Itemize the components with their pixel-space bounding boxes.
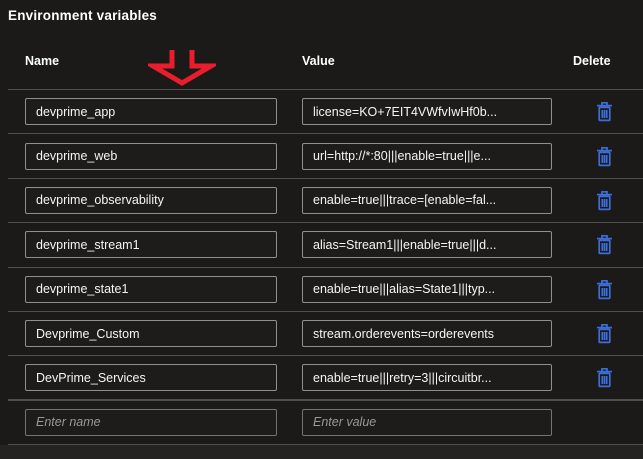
delete-button[interactable] <box>595 146 613 167</box>
name-input[interactable] <box>25 98 277 126</box>
value-input[interactable] <box>302 231 552 259</box>
value-input[interactable] <box>302 275 552 303</box>
column-header-delete: Delete <box>573 53 611 68</box>
table-row <box>8 177 643 222</box>
page-title: Environment variables <box>8 8 158 23</box>
trash-icon <box>596 102 612 122</box>
trash-icon <box>596 235 612 255</box>
name-input[interactable] <box>25 186 277 214</box>
value-input[interactable] <box>302 364 552 392</box>
value-input[interactable] <box>302 186 552 214</box>
table-rows <box>8 89 643 400</box>
trash-icon <box>596 324 612 344</box>
delete-button[interactable] <box>595 279 613 300</box>
delete-button[interactable] <box>595 101 613 122</box>
table-header-row: Name Value Delete <box>8 32 643 89</box>
value-input[interactable] <box>302 142 552 170</box>
name-input[interactable] <box>25 364 277 392</box>
delete-button[interactable] <box>595 323 613 344</box>
environment-variables-panel: Environment variables Name Value Delete <box>0 0 643 459</box>
column-header-value: Value <box>302 53 335 68</box>
value-input[interactable] <box>302 98 552 126</box>
new-name-input[interactable] <box>25 408 277 436</box>
value-input[interactable] <box>302 320 552 348</box>
table-row <box>8 89 643 133</box>
table-row <box>8 133 643 177</box>
table-row <box>8 310 643 355</box>
trash-icon <box>596 279 612 300</box>
footer-band <box>0 445 643 459</box>
new-value-input[interactable] <box>302 408 552 436</box>
env-vars-table: Name Value Delete <box>8 32 643 446</box>
table-row <box>8 222 643 266</box>
delete-button[interactable] <box>595 234 613 255</box>
new-entry-row-wrap <box>8 399 643 446</box>
name-input[interactable] <box>25 231 277 259</box>
name-input[interactable] <box>25 142 277 170</box>
trash-icon <box>596 146 612 166</box>
delete-button[interactable] <box>595 367 613 388</box>
trash-icon <box>596 190 612 211</box>
name-input[interactable] <box>25 275 277 303</box>
column-header-name: Name <box>25 53 60 68</box>
name-input[interactable] <box>25 320 277 348</box>
trash-icon <box>596 367 612 388</box>
new-entry-row <box>8 399 643 444</box>
delete-button[interactable] <box>595 190 613 211</box>
table-row <box>8 355 643 400</box>
table-row <box>8 266 643 311</box>
